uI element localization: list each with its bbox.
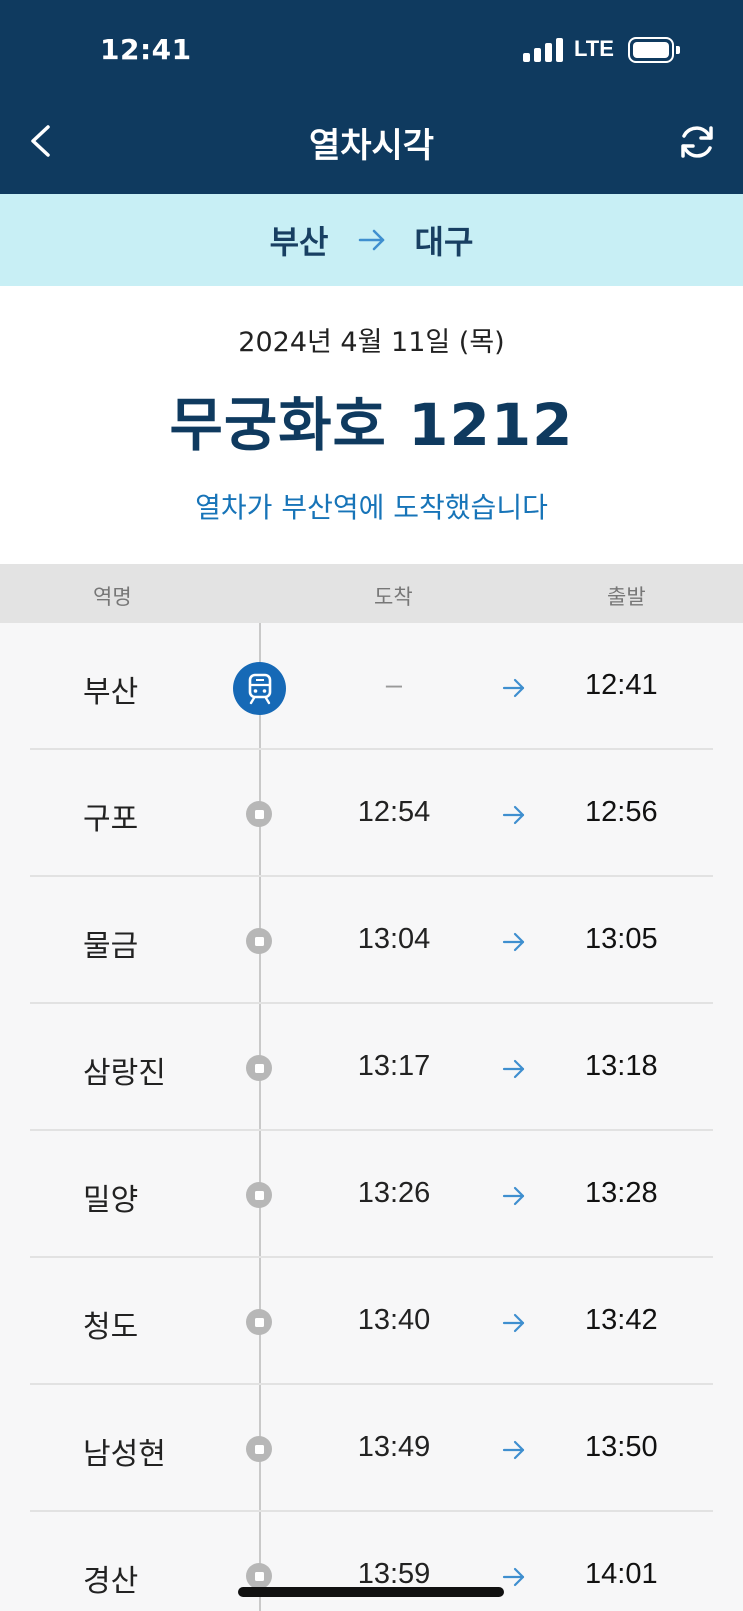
arrow-right-icon <box>502 1313 525 1333</box>
arrival-time: 12:54 <box>357 796 431 828</box>
header-departure: 출발 <box>607 585 646 609</box>
departure-time: 13:18 <box>585 1050 658 1082</box>
stop-dot-icon <box>246 1309 272 1335</box>
station-name: 남성현 <box>83 1437 166 1472</box>
home-indicator <box>238 1587 504 1597</box>
train-name: 무궁화호 1212 <box>169 391 574 459</box>
departure-time: 13:50 <box>585 1431 658 1463</box>
schedule-list: 부산 – 12:41 구포 12:54 12:56 물금 13:04 13:05… <box>0 623 743 1611</box>
table-row[interactable]: 청도 13:40 13:42 <box>0 1258 743 1385</box>
arrival-time: 13:04 <box>357 923 431 955</box>
refresh-button[interactable] <box>672 117 722 167</box>
station-name: 밀양 <box>83 1183 139 1218</box>
departure-time: 13:28 <box>585 1177 658 1209</box>
train-status: 열차가 부산역에 도착했습니다 <box>195 491 548 524</box>
arrow-right-icon <box>502 1186 525 1206</box>
network-label: LTE <box>574 36 614 61</box>
table-row[interactable]: 밀양 13:26 13:28 <box>0 1131 743 1258</box>
arrow-right-icon <box>502 678 525 698</box>
arrow-right-icon <box>358 229 384 251</box>
stop-dot-icon <box>246 801 272 827</box>
arrow-right-icon <box>502 805 525 825</box>
station-name: 삼랑진 <box>83 1056 166 1091</box>
station-name: 부산 <box>83 675 139 710</box>
arrow-right-icon <box>502 1567 525 1587</box>
station-name: 청도 <box>83 1310 139 1345</box>
arrow-right-icon <box>502 932 525 952</box>
route-to: 대구 <box>414 223 474 261</box>
app-header: 12:41 LTE 열차시각 <box>0 0 743 194</box>
status-time: 12:41 <box>100 33 192 66</box>
arrival-time: 13:40 <box>357 1304 431 1336</box>
signal-icon <box>523 38 565 62</box>
arrow-right-icon <box>502 1059 525 1079</box>
departure-time: 14:01 <box>585 1558 658 1590</box>
route-from: 부산 <box>269 223 329 261</box>
train-info: 2024년 4월 11일 (목) 무궁화호 1212 열차가 부산역에 도착했습… <box>0 286 743 564</box>
departure-time: 13:05 <box>585 923 658 955</box>
departure-time: 13:42 <box>585 1304 658 1336</box>
stop-dot-icon <box>246 1436 272 1462</box>
stop-dot-icon <box>246 1055 272 1081</box>
station-name: 물금 <box>83 929 139 964</box>
stop-dot-icon <box>246 928 272 954</box>
header-arrival: 도착 <box>374 585 413 609</box>
battery-icon <box>628 37 680 63</box>
route-bar: 부산 대구 <box>0 194 743 286</box>
table-row[interactable]: 구포 12:54 12:56 <box>0 750 743 877</box>
arrival-time: 13:26 <box>357 1177 431 1209</box>
page-title: 열차시각 <box>308 126 435 166</box>
refresh-icon <box>681 126 713 158</box>
arrival-time: 13:17 <box>357 1050 431 1082</box>
departure-time: 12:41 <box>585 669 658 701</box>
stop-dot-icon <box>246 1563 272 1589</box>
header-station: 역명 <box>93 585 132 609</box>
table-row[interactable]: 남성현 13:49 13:50 <box>0 1385 743 1512</box>
stop-dot-icon <box>246 1182 272 1208</box>
station-name: 구포 <box>83 802 139 837</box>
arrival-time: – <box>385 669 403 701</box>
table-header: 역명 도착 출발 <box>0 564 743 623</box>
arrow-right-icon <box>502 1440 525 1460</box>
table-row[interactable]: 물금 13:04 13:05 <box>0 877 743 1004</box>
arrival-time: 13:49 <box>357 1431 431 1463</box>
travel-date: 2024년 4월 11일 (목) <box>238 327 505 358</box>
station-name: 경산 <box>83 1564 139 1599</box>
train-icon <box>233 662 286 715</box>
table-row[interactable]: 삼랑진 13:17 13:18 <box>0 1004 743 1131</box>
departure-time: 12:56 <box>585 796 658 828</box>
table-row[interactable]: 부산 – 12:41 <box>0 623 743 750</box>
